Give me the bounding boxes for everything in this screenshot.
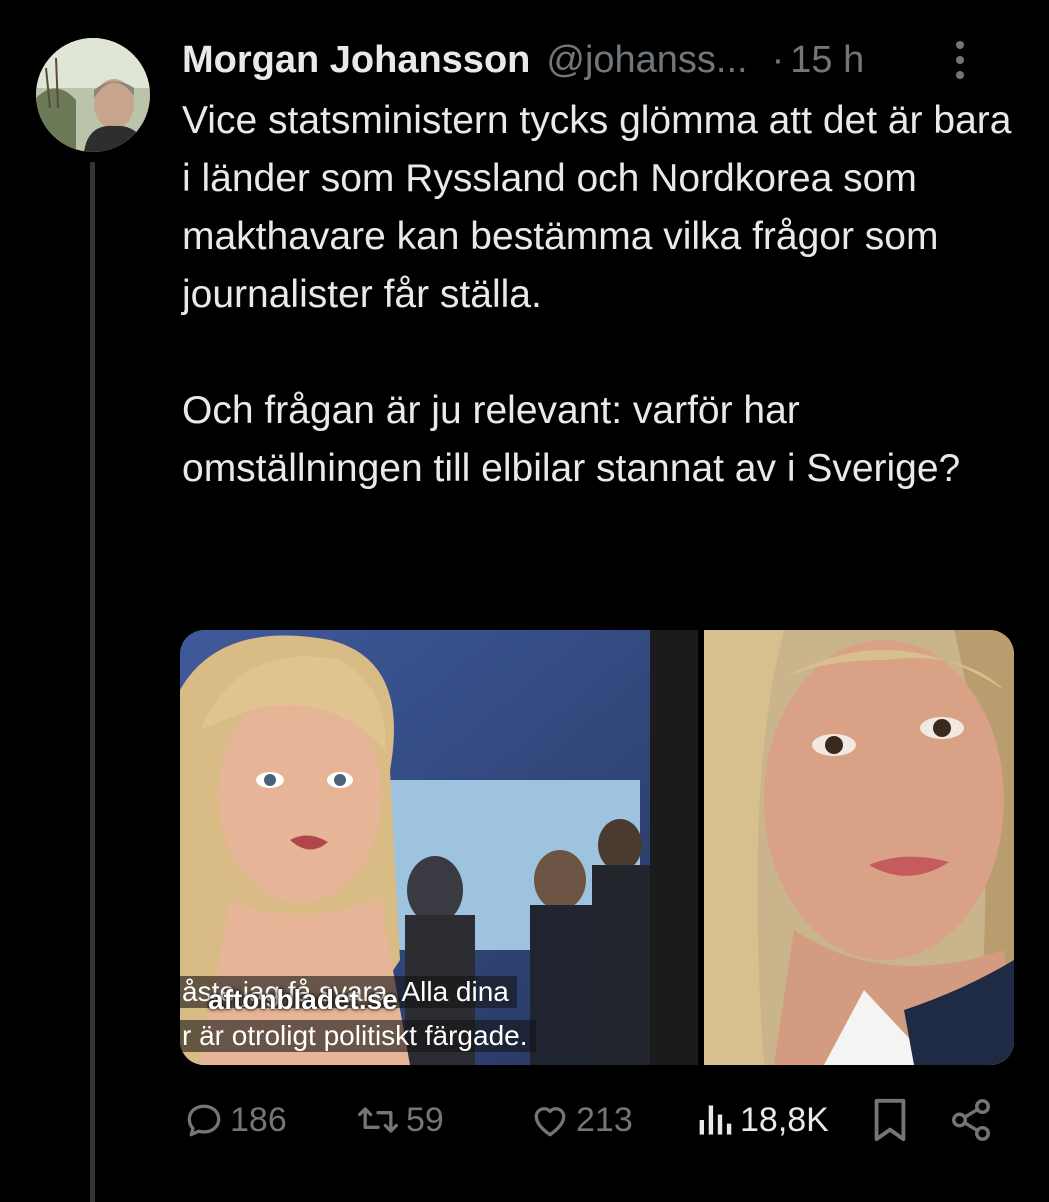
tweet-actions: 186 59 213 18,8K bbox=[182, 1092, 1002, 1148]
media-image-right[interactable] bbox=[704, 630, 1014, 1065]
repost-icon bbox=[358, 1107, 398, 1133]
views-chart-icon bbox=[699, 1105, 732, 1135]
heart-icon bbox=[534, 1107, 566, 1137]
tweet-paragraph-1: Vice statsministern tycks glömma att det… bbox=[182, 99, 1012, 316]
bookmark-icon bbox=[874, 1098, 906, 1142]
author-display-name[interactable]: Morgan Johansson bbox=[182, 36, 530, 84]
reply-icon bbox=[187, 1104, 221, 1137]
reply-button[interactable]: 186 bbox=[182, 1092, 287, 1148]
more-options-icon[interactable] bbox=[947, 36, 973, 84]
subtitle-segment-b: dina bbox=[448, 976, 509, 1007]
media-image-left[interactable]: åste jag få svara. Alla dina r är otroli… bbox=[180, 630, 698, 1065]
like-count: 213 bbox=[576, 1100, 633, 1139]
bookmark-button[interactable] bbox=[870, 1092, 910, 1148]
share-button[interactable] bbox=[948, 1092, 994, 1148]
photo-woman-closeup bbox=[704, 630, 1014, 1065]
tweet-text: Vice statsministern tycks glömma att det… bbox=[182, 92, 1022, 498]
thread-line bbox=[90, 162, 95, 1202]
author-handle[interactable]: @johanss... bbox=[546, 36, 747, 84]
repost-button[interactable]: 59 bbox=[354, 1092, 444, 1148]
avatar-image bbox=[36, 38, 150, 152]
share-icon bbox=[952, 1099, 990, 1141]
header-separator: · bbox=[771, 39, 785, 81]
tweet-header: Morgan Johansson @johanss... · 15 h bbox=[182, 36, 1009, 84]
repost-count: 59 bbox=[406, 1100, 444, 1139]
more-dot bbox=[956, 56, 964, 64]
views-count: 18,8K bbox=[740, 1100, 829, 1139]
like-button[interactable]: 213 bbox=[528, 1092, 633, 1148]
views-button[interactable]: 18,8K bbox=[696, 1092, 829, 1148]
reply-count: 186 bbox=[230, 1100, 287, 1139]
author-avatar[interactable] bbox=[36, 38, 150, 152]
tweet-timestamp[interactable]: 15 h bbox=[790, 36, 864, 84]
more-dot bbox=[956, 71, 964, 79]
video-subtitle-line-2: r är otroligt politiskt färgade. bbox=[180, 1020, 536, 1052]
media-source-label: aftonbladet.se bbox=[208, 984, 398, 1015]
more-dot bbox=[956, 41, 964, 49]
tweet-paragraph-2: Och frågan är ju relevant: varför har om… bbox=[182, 389, 961, 490]
tweet-media[interactable]: åste jag få svara. Alla dina r är otroli… bbox=[180, 630, 1014, 1065]
